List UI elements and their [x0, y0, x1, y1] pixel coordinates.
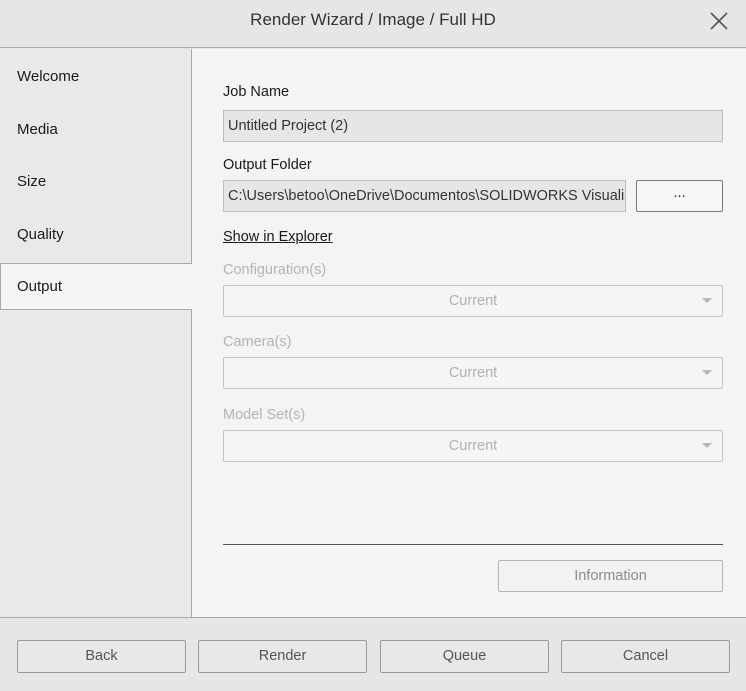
- title-bar: Render Wizard / Image / Full HD: [0, 0, 746, 48]
- wizard-sidebar: Welcome Media Size Quality Output: [0, 49, 192, 617]
- close-icon: [710, 12, 728, 30]
- configurations-select[interactable]: Current: [223, 285, 723, 317]
- cancel-button[interactable]: Cancel: [561, 640, 730, 673]
- show-in-explorer-link[interactable]: Show in Explorer: [223, 229, 333, 245]
- output-folder-label: Output Folder: [223, 157, 312, 173]
- cameras-label: Camera(s): [223, 334, 292, 350]
- sidebar-item-welcome[interactable]: Welcome: [0, 53, 192, 100]
- job-name-field[interactable]: Untitled Project (2): [223, 110, 723, 142]
- wizard-footer: Back Render Queue Cancel: [0, 617, 746, 691]
- sidebar-item-quality[interactable]: Quality: [0, 211, 192, 258]
- close-button[interactable]: [706, 8, 732, 34]
- model-sets-value: Current: [448, 438, 498, 454]
- render-button[interactable]: Render: [198, 640, 367, 673]
- cameras-value: Current: [448, 365, 498, 381]
- chevron-down-icon: [702, 370, 712, 375]
- cameras-select[interactable]: Current: [223, 357, 723, 389]
- output-folder-field[interactable]: C:\Users\betoo\OneDrive\Documentos\SOLID…: [223, 180, 626, 212]
- sidebar-item-media[interactable]: Media: [0, 106, 192, 153]
- job-name-label: Job Name: [223, 84, 290, 100]
- back-button[interactable]: Back: [17, 640, 186, 673]
- configurations-label: Configuration(s): [223, 262, 327, 278]
- window-title: Render Wizard / Image / Full HD: [250, 10, 496, 29]
- information-button[interactable]: Information: [498, 560, 723, 592]
- configurations-value: Current: [448, 293, 498, 309]
- chevron-down-icon: [702, 443, 712, 448]
- model-sets-label: Model Set(s): [223, 407, 306, 423]
- sidebar-item-size[interactable]: Size: [0, 158, 192, 205]
- queue-button[interactable]: Queue: [380, 640, 549, 673]
- divider: [223, 544, 723, 545]
- chevron-down-icon: [702, 298, 712, 303]
- sidebar-item-output[interactable]: Output: [0, 263, 192, 310]
- model-sets-select[interactable]: Current: [223, 430, 723, 462]
- browse-folder-button[interactable]: ...: [636, 180, 723, 212]
- output-panel: Job Name Untitled Project (2) Output Fol…: [192, 49, 746, 617]
